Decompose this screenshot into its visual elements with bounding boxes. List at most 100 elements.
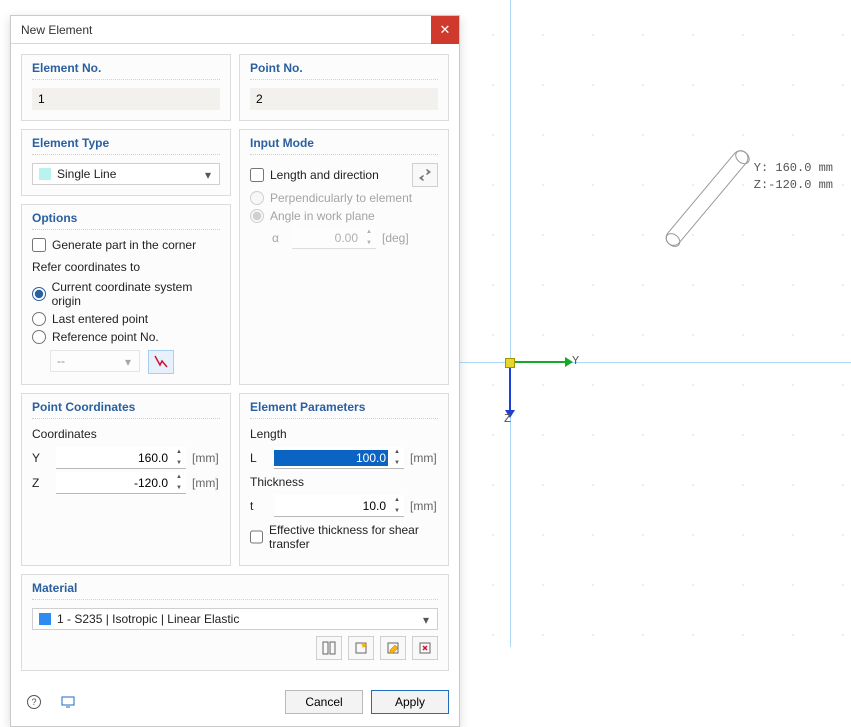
- svg-text:?: ?: [31, 697, 36, 707]
- length-label: Length: [250, 427, 438, 441]
- coord-y-unit: [mm]: [192, 451, 220, 465]
- thickness-input[interactable]: ▲▼: [274, 495, 404, 517]
- perpendicular-radio: Perpendicularly to element: [250, 191, 438, 205]
- spin-down-icon[interactable]: ▼: [390, 458, 404, 469]
- spin-down-icon: ▼: [362, 238, 376, 249]
- chevron-down-icon: ▾: [201, 168, 215, 182]
- crosshair-pick-icon: [153, 354, 169, 370]
- y-axis-arrow: [515, 361, 565, 363]
- material-select[interactable]: 1 - S235 | Isotropic | Linear Elastic ▾: [32, 608, 438, 630]
- new-doc-star-icon: [353, 640, 369, 656]
- material-panel: Material 1 - S235 | Isotropic | Linear E…: [21, 574, 449, 671]
- point-no-input[interactable]: [250, 88, 438, 110]
- monitor-icon: [60, 694, 76, 710]
- book-icon: [321, 640, 337, 656]
- element-type-select[interactable]: Single Line ▾: [32, 163, 220, 185]
- spin-down-icon[interactable]: ▼: [390, 506, 404, 517]
- spin-up-icon[interactable]: ▲: [390, 495, 404, 506]
- coordinates-label: Coordinates: [32, 427, 220, 441]
- view-settings-button[interactable]: [55, 690, 81, 714]
- input-mode-label: Input Mode: [250, 136, 438, 155]
- edit-doc-icon: [385, 640, 401, 656]
- generate-part-checkbox[interactable]: Generate part in the corner: [32, 238, 220, 252]
- effective-thickness-label: Effective thickness for shear transfer: [269, 523, 438, 551]
- length-symbol: L: [250, 451, 268, 465]
- coord-z-symbol: Z: [32, 476, 50, 490]
- grid-dots: [460, 0, 851, 647]
- element-no-input[interactable]: [32, 88, 220, 110]
- spin-down-icon[interactable]: ▼: [172, 483, 186, 494]
- delete-doc-icon: [417, 640, 433, 656]
- angle-plane-label: Angle in work plane: [270, 209, 375, 223]
- last-point-radio[interactable]: Last entered point: [32, 312, 220, 326]
- length-direction-label: Length and direction: [270, 168, 379, 182]
- apply-button[interactable]: Apply: [371, 690, 449, 714]
- swap-arrows-icon: [417, 167, 433, 183]
- coord-y-symbol: Y: [32, 451, 50, 465]
- length-input[interactable]: ▲▼: [274, 447, 404, 469]
- titlebar[interactable]: New Element ✕: [11, 16, 459, 44]
- reference-point-select: -- ▾: [50, 350, 140, 372]
- spin-up-icon: ▲: [362, 227, 376, 238]
- last-point-label: Last entered point: [52, 312, 148, 326]
- delete-material-button[interactable]: [412, 636, 438, 660]
- effective-thickness-checkbox[interactable]: Effective thickness for shear transfer: [250, 523, 438, 551]
- chevron-down-icon: ▾: [121, 355, 135, 369]
- cancel-button[interactable]: Cancel: [285, 690, 363, 714]
- material-swatch-icon: [39, 613, 51, 625]
- generate-part-label: Generate part in the corner: [52, 238, 196, 252]
- element-no-label: Element No.: [32, 61, 220, 80]
- element-parameters-label: Element Parameters: [250, 400, 438, 419]
- thickness-unit: [mm]: [410, 499, 438, 513]
- new-material-button[interactable]: [348, 636, 374, 660]
- material-label: Material: [32, 581, 438, 600]
- coord-z-input[interactable]: ▲▼: [56, 472, 186, 494]
- spin-down-icon[interactable]: ▼: [172, 458, 186, 469]
- spin-up-icon[interactable]: ▲: [172, 472, 186, 483]
- help-icon: ?: [26, 694, 42, 710]
- dialog-title: New Element: [21, 23, 431, 37]
- close-button[interactable]: ✕: [431, 16, 459, 44]
- element-type-value: Single Line: [57, 167, 116, 181]
- point-coordinates-panel: Point Coordinates Coordinates Y ▲▼ [mm] …: [21, 393, 231, 566]
- viewport[interactable]: Y Z Y: 160.0 mm Z:-120.0 mm: [460, 0, 851, 647]
- coord-y-input[interactable]: ▲▼: [56, 447, 186, 469]
- alpha-input: ▲▼: [292, 227, 376, 249]
- new-element-dialog: New Element ✕ Element No. Point No. Elem…: [10, 15, 460, 727]
- origin-marker: [505, 358, 515, 368]
- y-axis-label: Y: [572, 354, 579, 368]
- alpha-symbol: α: [272, 231, 286, 245]
- angle-plane-radio: Angle in work plane: [250, 209, 438, 223]
- reference-point-value: --: [57, 354, 65, 368]
- readout-y: Y: 160.0 mm: [754, 160, 833, 177]
- point-coordinates-label: Point Coordinates: [32, 400, 220, 419]
- z-axis-label: Z: [504, 412, 511, 426]
- thickness-symbol: t: [250, 499, 268, 513]
- length-unit: [mm]: [410, 451, 438, 465]
- axis-rule-v: [510, 0, 511, 647]
- help-button[interactable]: ?: [21, 690, 47, 714]
- material-value: 1 - S235 | Isotropic | Linear Elastic: [57, 612, 239, 626]
- current-origin-radio[interactable]: Current coordinate system origin: [32, 280, 220, 308]
- element-parameters-panel: Element Parameters Length L ▲▼ [mm] Thic…: [239, 393, 449, 566]
- point-no-label: Point No.: [250, 61, 438, 80]
- spin-up-icon[interactable]: ▲: [172, 447, 186, 458]
- length-direction-checkbox[interactable]: Length and direction: [250, 168, 379, 182]
- current-origin-label: Current coordinate system origin: [52, 280, 220, 308]
- pick-point-button[interactable]: [148, 350, 174, 374]
- alpha-unit: [deg]: [382, 231, 414, 245]
- spin-up-icon[interactable]: ▲: [390, 447, 404, 458]
- refer-coordinates-label: Refer coordinates to: [32, 260, 220, 274]
- element-type-label: Element Type: [32, 136, 220, 155]
- thickness-label: Thickness: [250, 475, 438, 489]
- point-no-panel: Point No.: [239, 54, 449, 121]
- z-axis-arrow: [509, 368, 511, 410]
- swap-direction-button[interactable]: [412, 163, 438, 187]
- material-library-button[interactable]: [316, 636, 342, 660]
- reference-point-radio[interactable]: Reference point No.: [32, 330, 220, 344]
- element-no-panel: Element No.: [21, 54, 231, 121]
- options-label: Options: [32, 211, 220, 230]
- reference-point-label: Reference point No.: [52, 330, 159, 344]
- edit-material-button[interactable]: [380, 636, 406, 660]
- perpendicular-label: Perpendicularly to element: [270, 191, 412, 205]
